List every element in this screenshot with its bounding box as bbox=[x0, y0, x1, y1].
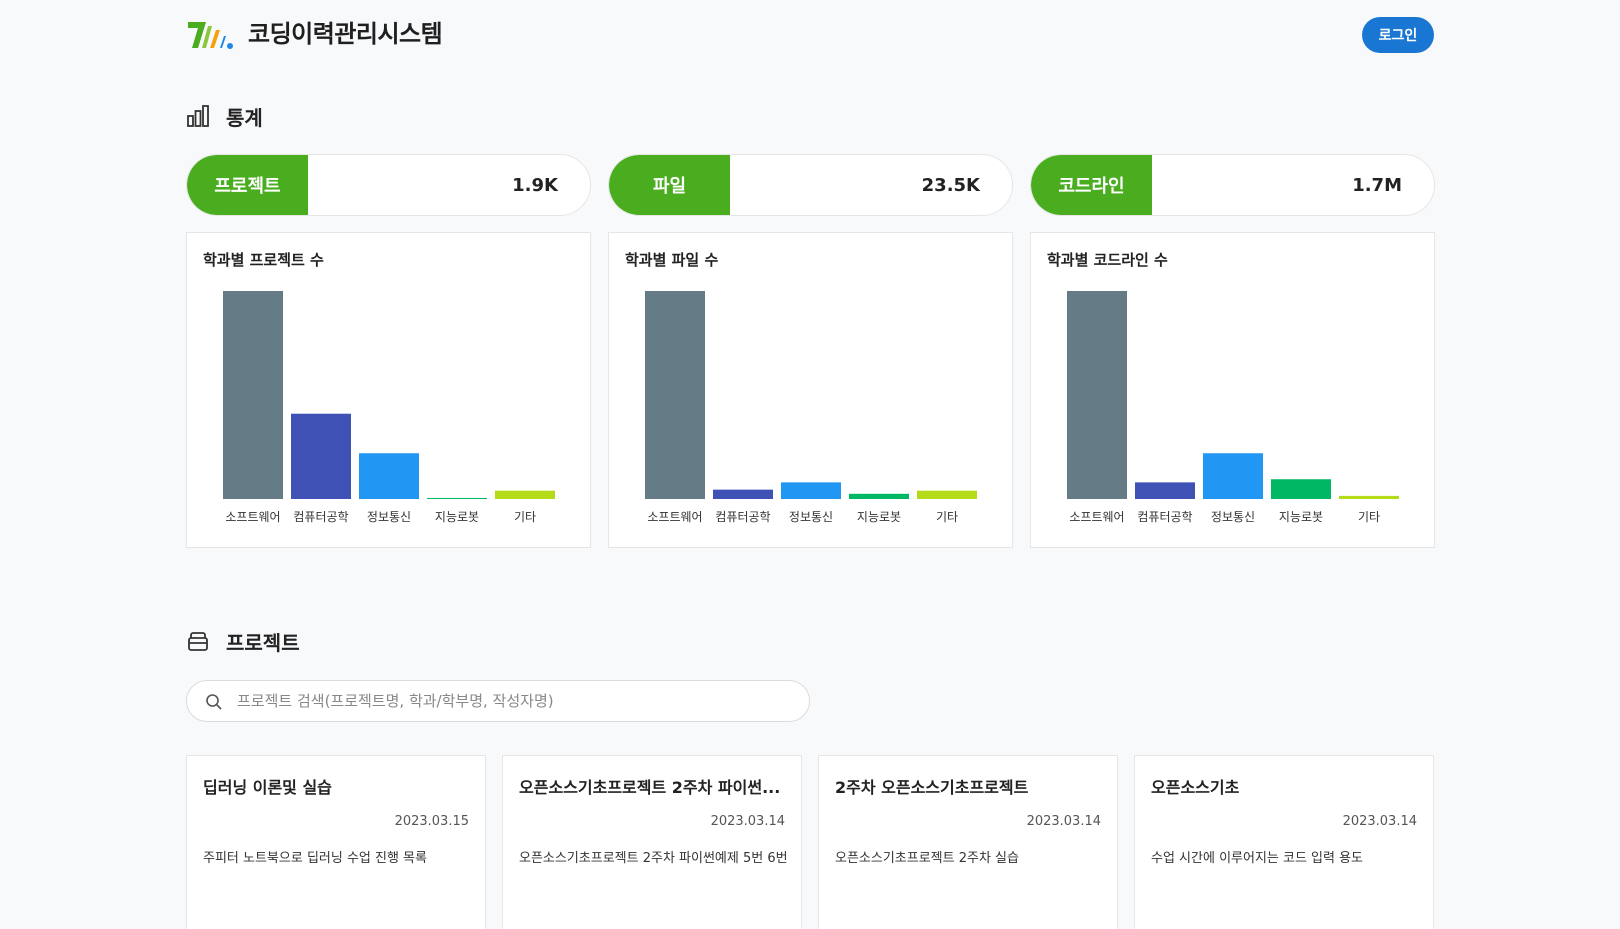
projects-title: 프로젝트 bbox=[226, 630, 300, 655]
chart-title: 학과별 파일 수 bbox=[625, 251, 719, 269]
login-button[interactable]: 로그인 bbox=[1362, 17, 1434, 53]
bar-chart: 소프트웨어 컴퓨터공학 정보통신 지능로봇 기타 bbox=[223, 291, 555, 524]
tick-label: 지능로봇 bbox=[1279, 510, 1323, 524]
chart-card-projects: 소프트웨어 컴퓨터공학 정보통신 지능로봇 기타 학과별 프로젝트 수 bbox=[186, 232, 591, 548]
chart-title: 학과별 코드라인 수 bbox=[1047, 251, 1168, 269]
bar-chart-icon bbox=[187, 105, 209, 127]
stats-title: 통계 bbox=[226, 105, 263, 130]
bar-정보통신[interactable] bbox=[359, 453, 419, 499]
tick-label: 컴퓨터공학 bbox=[293, 510, 348, 524]
search-box bbox=[186, 680, 810, 722]
tick-label: 정보통신 bbox=[1211, 510, 1255, 524]
tick-label: 지능로봇 bbox=[857, 510, 901, 524]
logo[interactable] bbox=[186, 18, 234, 50]
bar-정보통신[interactable] bbox=[1203, 453, 1263, 499]
folder-stack-icon bbox=[188, 632, 208, 651]
project-description: 수업 시간에 이루어지는 코드 입력 용도 bbox=[1151, 851, 1364, 866]
tick-label: 컴퓨터공학 bbox=[1137, 510, 1192, 524]
tick-label: 지능로봇 bbox=[435, 510, 479, 524]
bar-chart: 소프트웨어 컴퓨터공학 정보통신 지능로봇 기타 bbox=[645, 291, 977, 524]
stat-label: 프로젝트 bbox=[187, 155, 308, 215]
header: 코딩이력관리시스템 로그인 bbox=[186, 16, 1434, 56]
tick-label: 소프트웨어 bbox=[1069, 510, 1124, 524]
stat-card-codelines: 코드라인 1.7M bbox=[1030, 154, 1435, 216]
bar-chart: 소프트웨어 컴퓨터공학 정보통신 지능로봇 기타 bbox=[1067, 291, 1399, 524]
project-card[interactable]: 딥러닝 이론및 실습 2023.03.15 주피터 노트북으로 딥러닝 수업 진… bbox=[186, 755, 486, 929]
tick-label: 정보통신 bbox=[789, 510, 833, 524]
bar-기타[interactable] bbox=[917, 490, 977, 499]
bar-소프트웨어[interactable] bbox=[223, 291, 283, 499]
project-title: 딥러닝 이론및 실습 bbox=[203, 778, 332, 797]
stat-value: 23.5K bbox=[921, 174, 980, 196]
project-card[interactable]: 2주차 오픈소스기초프로젝트 2023.03.14 오픈소스기초프로젝트 2주차… bbox=[818, 755, 1118, 929]
projects-section-title: 프로젝트 bbox=[186, 626, 300, 656]
project-description: 주피터 노트북으로 딥러닝 수업 진행 목록 bbox=[203, 851, 427, 866]
bar-컴퓨터공학[interactable] bbox=[1135, 482, 1195, 499]
project-date: 2023.03.15 bbox=[394, 814, 469, 829]
bar-정보통신[interactable] bbox=[781, 482, 841, 499]
tick-label: 정보통신 bbox=[367, 510, 411, 524]
project-title: 오픈소스기초 bbox=[1151, 778, 1240, 797]
project-date: 2023.03.14 bbox=[1026, 814, 1101, 829]
project-title: 오픈소스기초프로젝트 2주차 파이썬... bbox=[519, 778, 781, 797]
bar-소프트웨어[interactable] bbox=[1067, 291, 1127, 499]
chart-card-files: 소프트웨어 컴퓨터공학 정보통신 지능로봇 기타 학과별 파일 수 bbox=[608, 232, 1013, 548]
project-card[interactable]: 오픈소스기초프로젝트 2주차 파이썬... 2023.03.14 오픈소스기초프… bbox=[502, 755, 802, 929]
app-title: 코딩이력관리시스템 bbox=[248, 20, 443, 48]
tick-label: 기타 bbox=[936, 510, 958, 524]
project-card[interactable]: 오픈소스기초 2023.03.14 수업 시간에 이루어지는 코드 입력 용도 bbox=[1134, 755, 1434, 929]
tick-label: 소프트웨어 bbox=[647, 510, 702, 524]
chart-title: 학과별 프로젝트 수 bbox=[203, 251, 324, 269]
project-search-input[interactable] bbox=[237, 681, 797, 721]
tick-label: 컴퓨터공학 bbox=[715, 510, 770, 524]
project-description: 오픈소스기초프로젝트 2주차 실습 bbox=[835, 851, 1019, 866]
tick-label: 기타 bbox=[514, 510, 536, 524]
stat-value: 1.7M bbox=[1352, 174, 1402, 196]
bar-기타[interactable] bbox=[495, 490, 555, 499]
search-icon bbox=[206, 694, 222, 710]
tick-label: 기타 bbox=[1358, 510, 1380, 524]
tick-label: 소프트웨어 bbox=[225, 510, 280, 524]
stat-value: 1.9K bbox=[512, 174, 558, 196]
bar-지능로봇[interactable] bbox=[427, 497, 487, 499]
bar-지능로봇[interactable] bbox=[849, 493, 909, 499]
bar-컴퓨터공학[interactable] bbox=[291, 413, 351, 499]
stat-card-files: 파일 23.5K bbox=[608, 154, 1013, 216]
bar-컴퓨터공학[interactable] bbox=[713, 489, 773, 499]
bar-지능로봇[interactable] bbox=[1271, 479, 1331, 499]
stats-section-title: 통계 bbox=[186, 101, 263, 131]
project-title: 2주차 오픈소스기초프로젝트 bbox=[835, 778, 1029, 797]
project-date: 2023.03.14 bbox=[1342, 814, 1417, 829]
bar-소프트웨어[interactable] bbox=[645, 291, 705, 499]
bar-기타[interactable] bbox=[1339, 495, 1399, 499]
stat-label: 파일 bbox=[609, 155, 730, 215]
stat-label: 코드라인 bbox=[1031, 155, 1152, 215]
chart-card-codelines: 소프트웨어 컴퓨터공학 정보통신 지능로봇 기타 학과별 코드라인 수 bbox=[1030, 232, 1435, 548]
project-description: 오픈소스기초프로젝트 2주차 파이썬예제 5번 6번 bbox=[519, 851, 788, 866]
stat-card-projects: 프로젝트 1.9K bbox=[186, 154, 591, 216]
project-date: 2023.03.14 bbox=[710, 814, 785, 829]
